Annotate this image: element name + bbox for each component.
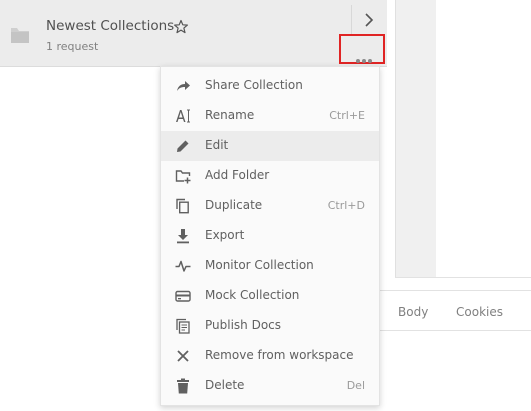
monitor-icon bbox=[175, 260, 191, 272]
add-folder-icon bbox=[175, 170, 191, 184]
tab-cookies[interactable]: Cookies bbox=[456, 305, 503, 319]
collection-title: Newest Collections bbox=[46, 18, 175, 34]
menu-item-shortcut: Ctrl+E bbox=[329, 109, 365, 122]
menu-item-label: Delete bbox=[205, 378, 245, 392]
close-icon bbox=[177, 350, 189, 362]
tab-body[interactable]: Body bbox=[398, 305, 428, 319]
menu-item-duplicate[interactable]: Duplicate Ctrl+D bbox=[161, 191, 379, 221]
collection-actions-menu: Share Collection Rename Ctrl+E Edit Add … bbox=[160, 66, 380, 406]
rename-icon bbox=[176, 109, 190, 123]
chevron-right-icon bbox=[365, 13, 374, 27]
menu-item-label: Remove from workspace bbox=[205, 348, 354, 362]
menu-item-remove-from-workspace[interactable]: Remove from workspace bbox=[161, 341, 379, 371]
star-icon[interactable] bbox=[173, 19, 189, 35]
menu-item-rename[interactable]: Rename Ctrl+E bbox=[161, 101, 379, 131]
menu-item-shortcut: Del bbox=[346, 379, 365, 392]
menu-item-label: Rename bbox=[205, 108, 255, 122]
expand-collection-button[interactable] bbox=[351, 5, 388, 35]
menu-item-shortcut: Ctrl+D bbox=[327, 199, 365, 212]
trash-icon bbox=[177, 378, 189, 394]
divider bbox=[395, 277, 531, 278]
menu-item-label: Monitor Collection bbox=[205, 258, 314, 272]
divider bbox=[380, 330, 531, 331]
menu-item-label: Add Folder bbox=[205, 168, 270, 182]
menu-item-share-collection[interactable]: Share Collection bbox=[161, 71, 379, 101]
menu-item-edit[interactable]: Edit bbox=[161, 131, 379, 161]
menu-item-mock-collection[interactable]: Mock Collection bbox=[161, 281, 379, 311]
collection-row[interactable]: Newest Collections 1 request bbox=[0, 0, 387, 67]
menu-item-publish-docs[interactable]: Publish Docs bbox=[161, 311, 379, 341]
menu-item-add-folder[interactable]: Add Folder bbox=[161, 161, 379, 191]
folder-icon bbox=[11, 28, 29, 43]
menu-item-monitor-collection[interactable]: Monitor Collection bbox=[161, 251, 379, 281]
divider bbox=[380, 290, 531, 291]
more-actions-button[interactable] bbox=[339, 34, 385, 64]
export-icon bbox=[177, 229, 189, 244]
mock-icon bbox=[175, 290, 191, 302]
menu-item-label: Publish Docs bbox=[205, 318, 282, 332]
menu-item-label: Mock Collection bbox=[205, 288, 300, 302]
more-horizontal-icon bbox=[356, 48, 374, 67]
duplicate-icon bbox=[176, 198, 189, 214]
collection-request-count: 1 request bbox=[46, 40, 99, 53]
menu-item-export[interactable]: Export bbox=[161, 221, 379, 251]
request-editor-area bbox=[395, 0, 436, 277]
menu-item-label: Edit bbox=[205, 138, 229, 152]
menu-item-label: Duplicate bbox=[205, 198, 263, 212]
docs-icon bbox=[176, 318, 190, 334]
menu-item-delete[interactable]: Delete Del bbox=[161, 371, 379, 401]
menu-item-label: Share Collection bbox=[205, 78, 303, 92]
pencil-icon bbox=[177, 140, 189, 152]
share-icon bbox=[177, 81, 190, 91]
menu-item-label: Export bbox=[205, 228, 245, 242]
